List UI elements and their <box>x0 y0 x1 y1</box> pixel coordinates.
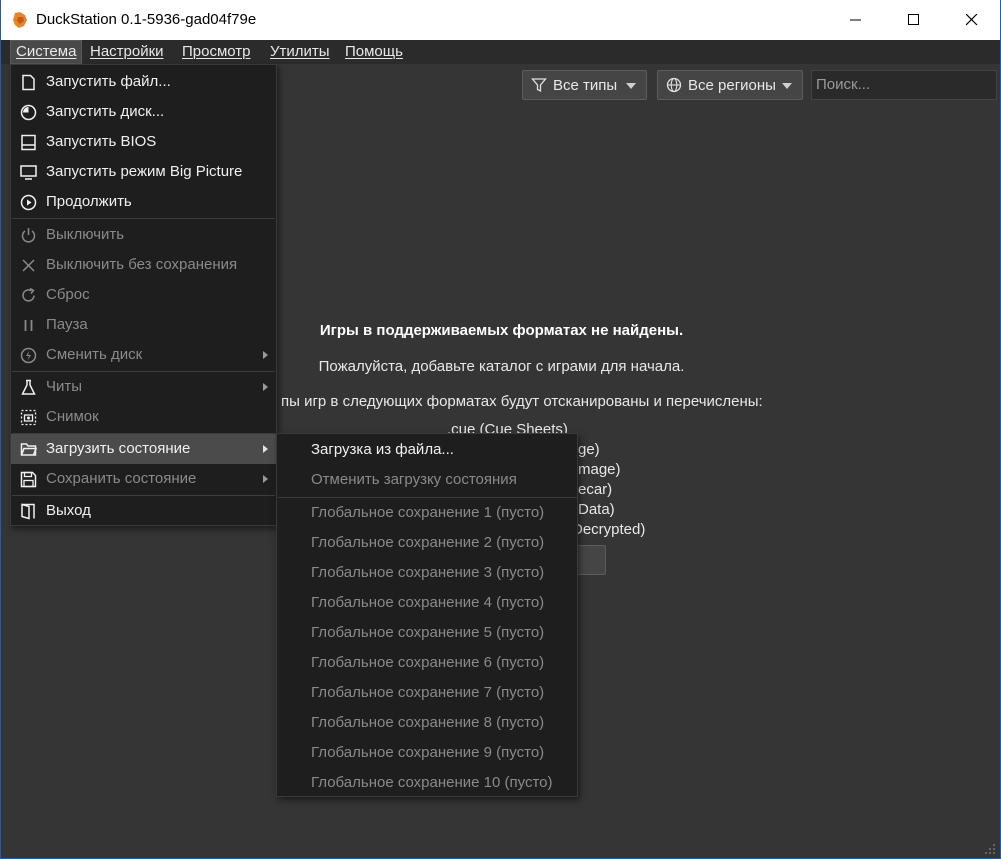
menu-item-label: Запустить BIOS <box>46 133 157 150</box>
power-icon <box>21 228 36 243</box>
menu-item-change-disc[interactable]: Сменить диск <box>11 340 276 370</box>
menu-item-big-picture[interactable]: Запустить режим Big Picture <box>11 157 276 187</box>
chevron-right-icon <box>263 445 268 453</box>
chevron-down-icon <box>782 83 792 89</box>
folder-open-icon <box>20 443 37 456</box>
menu-item-label: Выключить без сохранения <box>46 256 238 273</box>
monitor-icon <box>20 165 37 180</box>
menu-separator <box>12 218 275 219</box>
submenu-item-undo-load[interactable]: Отменить загрузку состояния <box>311 471 517 488</box>
close-icon <box>966 14 978 26</box>
menu-item-label: Запустить режим Big Picture <box>46 163 243 180</box>
chevron-right-icon <box>263 383 268 391</box>
menu-item-load-state[interactable]: Загрузить состояние <box>11 434 276 464</box>
menu-help[interactable]: Помощь <box>340 40 408 64</box>
chevron-down-icon <box>626 83 636 89</box>
menu-item-label: Продолжить <box>46 193 132 210</box>
format-line: Data) <box>578 501 615 518</box>
save-icon <box>20 471 37 488</box>
flask-icon <box>21 379 36 395</box>
menu-item-start-file[interactable]: Запустить файл... <box>11 67 276 97</box>
menu-separator <box>278 497 578 498</box>
menu-item-save-state[interactable]: Сохранить состояние <box>11 464 276 494</box>
chip-icon <box>21 134 36 151</box>
submenu-item-global-save-6[interactable]: Глобальное сохранение 6 (пусто) <box>311 654 544 671</box>
format-line: mage) <box>578 461 621 478</box>
format-line: Decrypted) <box>572 521 646 538</box>
exit-door-icon <box>21 503 35 520</box>
window-title: DuckStation 0.1-5936-gad04f79e <box>36 11 257 28</box>
title-bar[interactable]: DuckStation 0.1-5936-gad04f79e <box>1 0 1000 40</box>
maximize-button[interactable] <box>885 0 943 40</box>
submenu-item-global-save-3[interactable]: Глобальное сохранение 3 (пусто) <box>311 564 544 581</box>
main-window: DuckStation 0.1-5936-gad04f79e Система Н… <box>0 0 1001 859</box>
minimize-button[interactable] <box>827 0 885 40</box>
submenu-item-global-save-2[interactable]: Глобальное сохранение 2 (пусто) <box>311 534 544 551</box>
menu-item-label: Сменить диск <box>46 346 143 363</box>
menu-system[interactable]: Система <box>10 40 83 64</box>
menu-bar: Система Настройки Просмотр Утилиты Помощ… <box>1 40 1000 64</box>
menu-item-label: Выключить <box>46 226 125 243</box>
submenu-item-global-save-10[interactable]: Глобальное сохранение 10 (пусто) <box>311 774 553 791</box>
globe-icon <box>666 77 682 93</box>
menu-item-start-bios[interactable]: Запустить BIOS <box>11 127 276 157</box>
close-icon <box>22 259 35 272</box>
type-filter-dropdown[interactable]: Все типы <box>522 70 647 100</box>
menu-item-label: Загрузить состояние <box>46 440 191 457</box>
menu-item-cheats[interactable]: Читы <box>11 372 276 402</box>
region-filter-dropdown[interactable]: Все регионы <box>657 70 803 100</box>
formats-heading: пы игр в следующих форматах будут отскан… <box>281 393 763 410</box>
menu-item-shutdown-no-save[interactable]: Выключить без сохранения <box>11 250 276 280</box>
disc-icon <box>20 104 37 121</box>
submenu-item-global-save-8[interactable]: Глобальное сохранение 8 (пусто) <box>311 714 544 731</box>
menu-item-label: Запустить диск... <box>46 103 165 120</box>
menu-item-reset[interactable]: Сброс <box>11 280 276 310</box>
menu-item-label: Запустить файл... <box>46 73 171 90</box>
submenu-item-load-from-file[interactable]: Загрузка из файла... <box>311 441 454 458</box>
region-filter-label: Все регионы <box>688 76 776 94</box>
resize-grip-icon[interactable] <box>982 841 996 855</box>
submenu-item-global-save-1[interactable]: Глобальное сохранение 1 (пусто) <box>311 504 544 521</box>
load-state-submenu: Загрузка из файла... Отменить загрузку с… <box>276 433 578 797</box>
reset-icon <box>22 287 35 302</box>
menu-item-label: Сохранить состояние <box>46 470 197 487</box>
play-circle-icon <box>20 194 37 211</box>
menu-item-pause[interactable]: Пауза <box>11 310 276 340</box>
menu-item-label: Пауза <box>46 316 88 333</box>
menu-settings[interactable]: Настройки <box>85 40 169 64</box>
system-menu: Запустить файл... Запустить диск... Запу… <box>10 64 277 526</box>
menu-item-exit[interactable]: Выход <box>11 496 276 526</box>
format-line: ecar) <box>578 481 613 498</box>
filter-icon <box>531 78 547 93</box>
chevron-right-icon <box>263 475 268 483</box>
submenu-item-global-save-4[interactable]: Глобальное сохранение 4 (пусто) <box>311 594 544 611</box>
menu-item-resume[interactable]: Продолжить <box>11 187 276 217</box>
minimize-icon <box>850 19 861 21</box>
duck-logo-icon <box>13 12 27 28</box>
swap-disc-icon <box>20 347 37 364</box>
menu-item-label: Сброс <box>46 286 90 303</box>
menu-tools[interactable]: Утилиты <box>265 40 335 64</box>
submenu-item-global-save-7[interactable]: Глобальное сохранение 7 (пусто) <box>311 684 544 701</box>
menu-item-shutdown[interactable]: Выключить <box>11 220 276 250</box>
menu-item-label: Читы <box>46 378 83 395</box>
pause-icon <box>24 320 33 331</box>
menu-item-start-disc[interactable]: Запустить диск... <box>11 97 276 127</box>
maximize-icon <box>908 14 919 25</box>
menu-item-label: Снимок <box>46 408 99 425</box>
file-icon <box>22 74 35 91</box>
menu-view[interactable]: Просмотр <box>177 40 256 64</box>
submenu-item-global-save-9[interactable]: Глобальное сохранение 9 (пусто) <box>311 744 544 761</box>
screenshot-icon <box>20 409 37 426</box>
submenu-item-global-save-5[interactable]: Глобальное сохранение 5 (пусто) <box>311 624 544 641</box>
menu-item-screenshot[interactable]: Снимок <box>11 402 276 432</box>
type-filter-label: Все типы <box>553 76 618 94</box>
format-line: ge) <box>578 441 600 458</box>
menu-item-label: Выход <box>46 502 91 519</box>
chevron-right-icon <box>263 351 268 359</box>
close-button[interactable] <box>943 0 1000 40</box>
search-input[interactable]: Поиск... <box>811 70 997 100</box>
